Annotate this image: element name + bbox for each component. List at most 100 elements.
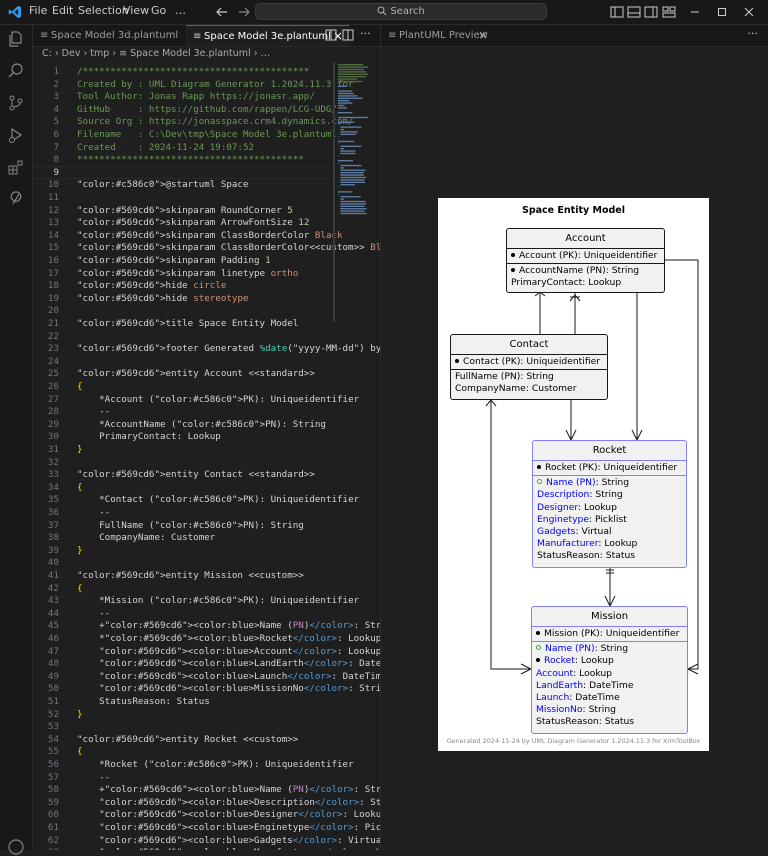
extensions-icon[interactable] bbox=[7, 158, 25, 176]
code-line[interactable]: 27 *Account ("color:#c586c0">PK): Unique… bbox=[33, 393, 359, 406]
tab-plantuml-preview[interactable]: ≡ PlantUML Preview × bbox=[381, 25, 488, 46]
code-line[interactable]: 5 Source Org : https://jonasspace.crm4.dy… bbox=[33, 115, 353, 128]
key-marker-icon bbox=[536, 630, 540, 635]
tab-space-model-3d[interactable]: ≡ Space Model 3d.plantuml bbox=[33, 25, 186, 46]
code-line[interactable]: 61 "color:#569cd6"><color:blue>Enginetyp… bbox=[33, 821, 380, 834]
attribute-name: StatusReason bbox=[536, 716, 599, 728]
code-line[interactable]: 32 bbox=[33, 456, 333, 469]
code-line[interactable]: 37 FullName ("color:#c586c0">PN): String bbox=[33, 519, 333, 532]
code-line[interactable]: 15 "color:#569cd6">skinparam ClassBorderC… bbox=[33, 241, 380, 254]
code-line[interactable]: 49 "color:#569cd6"><color:blue>Launch</c… bbox=[33, 670, 380, 683]
code-line[interactable]: 2 Created by : UML Diagram Generator 1.20… bbox=[33, 78, 353, 91]
code-line[interactable]: 52} bbox=[33, 708, 333, 721]
code-line[interactable]: 58 +"color:#569cd6"><color:blue>Name (PN… bbox=[33, 783, 380, 796]
breadcrumb[interactable]: C: › Dev › tmp › ≡ Space Model 3e.plantu… bbox=[33, 46, 389, 62]
split-editor-icon[interactable] bbox=[342, 29, 354, 41]
code-line[interactable]: 12 "color:#569cd6">skinparam RoundCorner … bbox=[33, 204, 333, 217]
code-line[interactable]: 3 Tool Author: Jonas Rapp https://jonasr.… bbox=[33, 90, 333, 103]
more-actions-icon[interactable]: ··· bbox=[748, 27, 759, 40]
code-line[interactable]: 21 "color:#569cd6">title Space Entity Mod… bbox=[33, 317, 333, 330]
minimap[interactable] bbox=[335, 62, 380, 322]
search-view-icon[interactable] bbox=[7, 62, 25, 80]
toggle-primary-sidebar-icon[interactable] bbox=[609, 4, 625, 20]
explorer-icon[interactable] bbox=[7, 30, 25, 48]
code-line[interactable]: 34 { bbox=[33, 481, 333, 494]
accounts-icon[interactable] bbox=[7, 838, 25, 856]
menu-edit[interactable]: Edit bbox=[52, 4, 73, 17]
editor-scrollbar[interactable] bbox=[333, 62, 335, 322]
minimize-icon[interactable] bbox=[687, 4, 703, 20]
menu-go[interactable]: Go bbox=[151, 4, 166, 17]
code-line[interactable]: 18 "color:#569cd6">hide circle bbox=[33, 279, 333, 292]
toggle-secondary-sidebar-icon[interactable] bbox=[643, 4, 659, 20]
code-line[interactable]: 54 "color:#569cd6">entity Rocket <<custom… bbox=[33, 733, 333, 746]
arrow-left-icon[interactable] bbox=[214, 4, 230, 20]
code-line[interactable]: 35 *Contact ("color:#c586c0">PK): Unique… bbox=[33, 493, 359, 506]
code-line[interactable]: 43 *Mission ("color:#c586c0">PK): Unique… bbox=[33, 594, 359, 607]
arrow-right-icon[interactable] bbox=[236, 4, 252, 20]
toggle-panel-icon[interactable] bbox=[626, 4, 642, 20]
code-line[interactable]: 44 -- bbox=[33, 607, 333, 620]
code-line[interactable]: 7 Created : 2024-11-24 19:07:52 bbox=[33, 141, 333, 154]
code-line[interactable]: 46 *"color:#569cd6"><color:blue>Rocket</… bbox=[33, 632, 380, 645]
code-line[interactable]: 4 GitHub : https://github.com/rappen/LCG-… bbox=[33, 103, 337, 116]
code-line[interactable]: 50 "color:#569cd6"><color:blue>MissionNo… bbox=[33, 682, 380, 695]
code-line[interactable]: 33 "color:#569cd6">entity Contact <<stand… bbox=[33, 468, 333, 481]
code-line[interactable]: 16 "color:#569cd6">skinparam Padding 1 bbox=[33, 254, 333, 267]
code-line[interactable]: 26 { bbox=[33, 380, 333, 393]
code-line[interactable]: 30 PrimaryContact: Lookup bbox=[33, 430, 333, 443]
menu-selection[interactable]: Selection bbox=[78, 4, 129, 17]
customize-layout-icon[interactable] bbox=[661, 4, 677, 20]
code-line[interactable]: 20 bbox=[33, 304, 333, 317]
maximize-icon[interactable] bbox=[714, 4, 730, 20]
code-text: PrimaryContact: Lookup bbox=[77, 431, 221, 443]
code-line[interactable]: 23 "color:#569cd6">footer Generated %date… bbox=[33, 342, 380, 355]
more-actions-icon[interactable]: ··· bbox=[360, 27, 371, 40]
code-line[interactable]: 24 bbox=[33, 355, 333, 368]
code-line[interactable]: 36 -- bbox=[33, 506, 333, 519]
code-editor[interactable]: 1 /**************************************… bbox=[33, 62, 380, 850]
code-line[interactable]: 45 +"color:#569cd6"><color:blue>Name (PN… bbox=[33, 619, 380, 632]
menu-file[interactable]: File bbox=[29, 4, 47, 17]
code-line[interactable]: 59 "color:#569cd6"><color:blue>Descripti… bbox=[33, 796, 380, 809]
code-line[interactable]: 22 bbox=[33, 330, 333, 343]
code-line[interactable]: 38 CompanyName: Customer bbox=[33, 531, 333, 544]
code-line[interactable]: 48 "color:#569cd6"><color:blue>LandEarth… bbox=[33, 657, 380, 670]
close-window-icon[interactable] bbox=[741, 4, 757, 20]
code-line[interactable]: 9 bbox=[33, 166, 333, 179]
code-line[interactable]: 60 "color:#569cd6"><color:blue>Designer<… bbox=[33, 808, 380, 821]
code-line[interactable]: 51 StatusReason: Status bbox=[33, 695, 333, 708]
code-line[interactable]: 41 "color:#569cd6">entity Mission <<custo… bbox=[33, 569, 333, 582]
code-line[interactable]: 62 "color:#569cd6"><color:blue>Gadgets</… bbox=[33, 834, 380, 847]
code-line[interactable]: 47 "color:#569cd6"><color:blue>Account</… bbox=[33, 645, 380, 658]
code-line[interactable]: 1 /**************************************… bbox=[33, 65, 333, 78]
code-line[interactable]: 14 "color:#569cd6">skinparam ClassBorderC… bbox=[33, 229, 343, 242]
code-line[interactable]: 29 *AccountName ("color:#c586c0">PN): St… bbox=[33, 418, 333, 431]
code-line[interactable]: 63 "color:#569cd6"><color:blue>Manufactu… bbox=[33, 846, 380, 850]
command-search-box[interactable]: Search bbox=[255, 3, 547, 20]
code-line[interactable]: 39} bbox=[33, 544, 333, 557]
code-line[interactable]: 11 bbox=[33, 191, 333, 204]
code-line[interactable]: 13 "color:#569cd6">skinparam ArrowFontSiz… bbox=[33, 216, 333, 229]
code-line[interactable]: 31} bbox=[33, 443, 333, 456]
code-line[interactable]: 19 "color:#569cd6">hide stereotype bbox=[33, 292, 333, 305]
code-line[interactable]: 10 "color:#c586c0">@startuml Space bbox=[33, 178, 333, 191]
menu-more[interactable]: … bbox=[175, 4, 186, 17]
close-tab-icon[interactable]: × bbox=[478, 25, 488, 46]
remote-explorer-icon[interactable] bbox=[7, 190, 25, 208]
source-control-icon[interactable] bbox=[7, 94, 25, 112]
code-line[interactable]: 28 -- bbox=[33, 405, 333, 418]
menu-view[interactable]: View bbox=[123, 4, 149, 17]
code-line[interactable]: 42 { bbox=[33, 582, 333, 595]
open-preview-icon[interactable] bbox=[325, 29, 337, 41]
code-line[interactable]: 25 "color:#569cd6">entity Account <<stand… bbox=[33, 367, 333, 380]
code-line[interactable]: 56 *Rocket ("color:#c586c0">PK): Uniquei… bbox=[33, 758, 354, 771]
code-line[interactable]: 55 { bbox=[33, 745, 333, 758]
run-debug-icon[interactable] bbox=[7, 126, 25, 144]
code-line[interactable]: 40 bbox=[33, 556, 333, 569]
code-line[interactable]: 17 "color:#569cd6">skinparam linetype ort… bbox=[33, 267, 333, 280]
code-line[interactable]: 8 ***************************************… bbox=[33, 153, 333, 166]
code-line[interactable]: 57 -- bbox=[33, 771, 333, 784]
code-line[interactable]: 53 bbox=[33, 720, 333, 733]
code-line[interactable]: 6 Filename : C:\Dev\tmp\Space Model 3e.pl… bbox=[33, 128, 337, 141]
